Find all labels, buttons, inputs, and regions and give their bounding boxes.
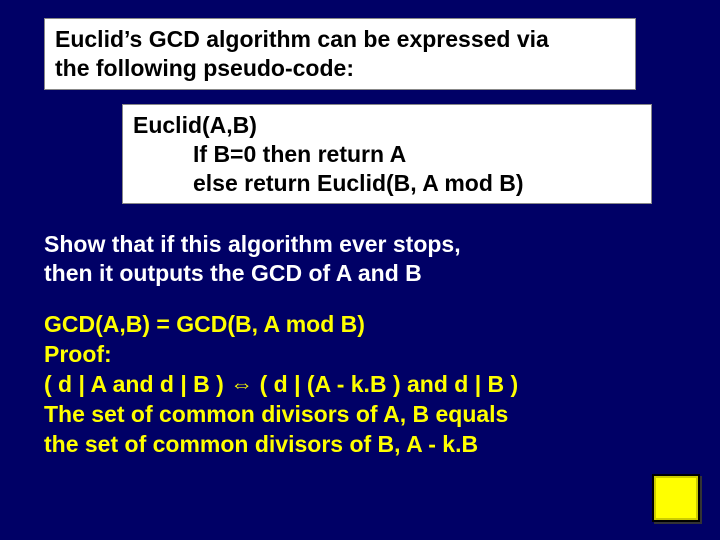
proof-line2: Proof: [44, 340, 684, 370]
decoration-square [652, 474, 700, 522]
pseudocode-if: If B=0 then return A [133, 140, 641, 169]
pseudocode-header: Euclid(A,B) [133, 111, 641, 140]
proof-line5: the set of common divisors of B, A - k.B [44, 430, 684, 460]
intro-line1: Euclid’s GCD algorithm can be expressed … [55, 25, 625, 54]
show-statement: Show that if this algorithm ever stops, … [44, 230, 684, 288]
intro-box: Euclid’s GCD algorithm can be expressed … [44, 18, 636, 90]
show-line1: Show that if this algorithm ever stops, [44, 230, 684, 259]
proof-block: GCD(A,B) = GCD(B, A mod B) Proof: ( d | … [44, 310, 684, 459]
proof-line1: GCD(A,B) = GCD(B, A mod B) [44, 310, 684, 340]
show-line2: then it outputs the GCD of A and B [44, 259, 684, 288]
pseudocode-else: else return Euclid(B, A mod B) [133, 169, 641, 198]
pseudocode-box: Euclid(A,B) If B=0 then return A else re… [122, 104, 652, 204]
intro-line2: the following pseudo-code: [55, 54, 625, 83]
proof-line4: The set of common divisors of A, B equal… [44, 400, 684, 430]
proof-line3: ( d | A and d | B ) ⇔ ( d | (A - k.B ) a… [44, 370, 684, 400]
